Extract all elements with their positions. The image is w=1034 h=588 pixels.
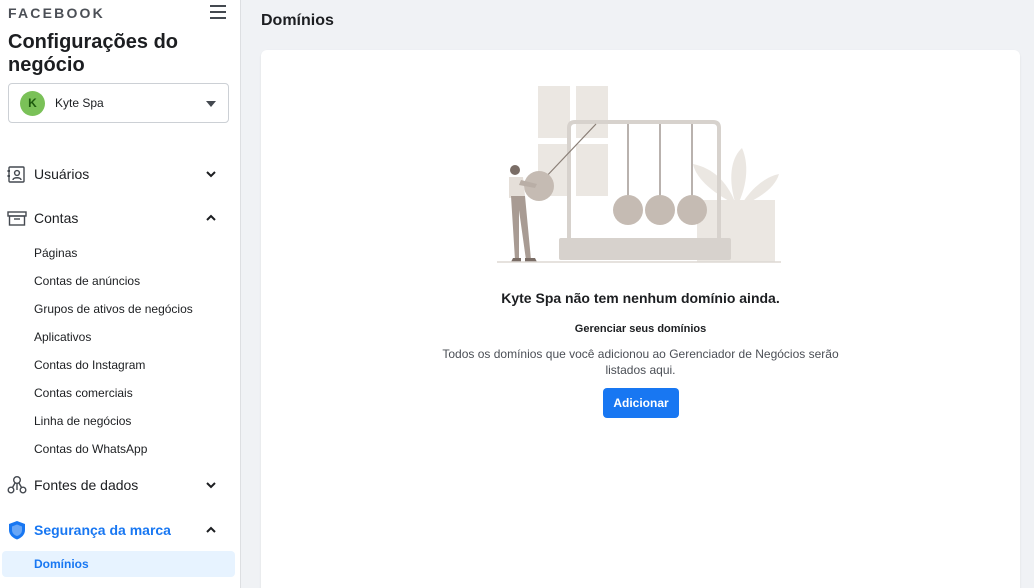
- sidebar-item-pages[interactable]: Páginas: [2, 240, 235, 266]
- sidebar-item-label: Domínios: [34, 557, 89, 571]
- sidebar-item-domains[interactable]: Domínios: [2, 551, 235, 577]
- sidebar-item-whatsapp-accounts[interactable]: Contas do WhatsApp: [2, 436, 235, 462]
- sidebar-item-ad-accounts[interactable]: Contas de anúncios: [2, 268, 235, 294]
- nav-section-label: Fontes de dados: [34, 477, 139, 493]
- facebook-logo: FACEBOOK: [8, 5, 105, 21]
- sidebar-item-label: Linha de negócios: [34, 414, 132, 428]
- sidebar: FACEBOOK Configurações do negócio K Kyte…: [0, 0, 241, 588]
- sidebar-item-label: Contas do Instagram: [34, 358, 146, 372]
- nav-section-accounts[interactable]: Contas: [0, 202, 240, 234]
- sidebar-item-commerce-accounts[interactable]: Contas comerciais: [2, 380, 235, 406]
- sidebar-item-business-asset-groups[interactable]: Grupos de ativos de negócios: [2, 296, 235, 322]
- sidebar-item-label: Grupos de ativos de negócios: [34, 302, 193, 316]
- shield-icon: [9, 521, 25, 540]
- cradle-ball: [677, 195, 707, 225]
- sidebar-item-label: Aplicativos: [34, 330, 92, 344]
- empty-state-title: Kyte Spa não tem nenhum domínio ainda.: [501, 290, 780, 306]
- scrollbar-track[interactable]: [1024, 0, 1034, 588]
- archive-box-icon: [7, 211, 27, 226]
- window-pane: [538, 86, 570, 138]
- users-icon: [7, 166, 25, 183]
- empty-state-subtitle: Gerenciar seus domínios: [574, 323, 707, 335]
- page-title: Domínios: [261, 12, 334, 29]
- hamburger-menu-icon[interactable]: [210, 4, 226, 20]
- sidebar-item-business-lines[interactable]: Linha de negócios: [2, 408, 235, 434]
- chevron-down-icon: [206, 171, 216, 178]
- cradle-base: [559, 238, 731, 260]
- cradle-ball: [613, 195, 643, 225]
- empty-state-description: Todos os domínios que você adicionou ao …: [442, 347, 839, 377]
- avatar: K: [20, 91, 45, 116]
- sidebar-item-label: Contas do WhatsApp: [34, 442, 148, 456]
- add-domain-button[interactable]: Adicionar: [603, 388, 679, 418]
- chevron-up-icon: [206, 214, 216, 221]
- sidebar-item-label: Contas comerciais: [34, 386, 133, 400]
- sidebar-item-apps[interactable]: Aplicativos: [2, 324, 235, 350]
- sidebar-item-label: Páginas: [34, 246, 78, 260]
- newtons-cradle-illustration: [497, 86, 781, 263]
- nav-section-label: Usuários: [34, 166, 90, 182]
- page-heading: Configurações do negócio: [8, 31, 179, 76]
- nav-section-users[interactable]: Usuários: [0, 158, 240, 190]
- window-pane: [576, 144, 608, 196]
- chevron-up-icon: [206, 526, 216, 533]
- chevron-down-icon: [206, 482, 216, 489]
- nav-section-label: Segurança da marca: [34, 522, 171, 538]
- empty-state-card: Kyte Spa não tem nenhum domínio ainda. G…: [261, 50, 1020, 588]
- caret-down-icon: [206, 101, 216, 107]
- nav-section-data-sources[interactable]: Fontes de dados: [0, 469, 240, 501]
- cradle-ball: [645, 195, 675, 225]
- sidebar-item-instagram-accounts[interactable]: Contas do Instagram: [2, 352, 235, 378]
- window-pane: [576, 86, 608, 138]
- sidebar-item-label: Contas de anúncios: [34, 274, 141, 288]
- brand-row: FACEBOOK: [8, 4, 228, 22]
- business-account-selector[interactable]: K Kyte Spa: [8, 83, 229, 123]
- nav-section-label: Contas: [34, 210, 79, 226]
- data-sources-icon: [7, 476, 27, 494]
- account-name: Kyte Spa: [55, 96, 104, 110]
- nav-section-brand-safety[interactable]: Segurança da marca: [0, 514, 240, 546]
